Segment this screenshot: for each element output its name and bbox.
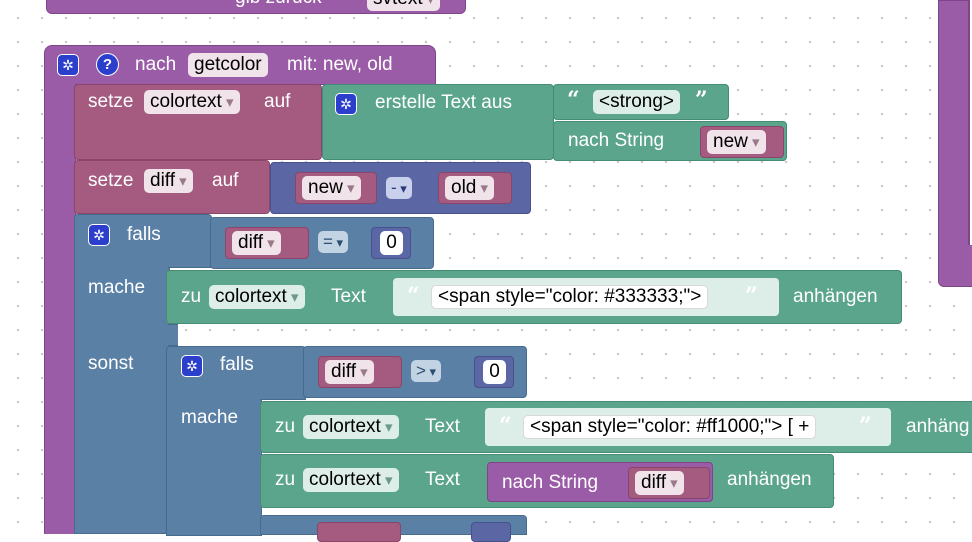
append-var-dropdown[interactable]: colortext — [303, 415, 399, 439]
append-text-block[interactable]: zu colortext Text “ <span style="color: … — [166, 270, 902, 324]
var-diff-block[interactable]: diff — [318, 356, 402, 388]
return-label: gib zurück — [235, 0, 322, 10]
side-procedure-inner — [968, 0, 972, 245]
create-text-block[interactable]: ✲ erstelle Text aus — [322, 84, 554, 160]
set-auf-label: auf — [264, 91, 291, 112]
append-zu-label: zu — [181, 286, 202, 307]
do-label: mache — [181, 407, 239, 428]
append-zu-label: zu — [275, 469, 296, 490]
append-text-label: Text — [331, 286, 366, 307]
open-quote-icon: “ — [407, 283, 420, 309]
compare-gt-block[interactable]: diff > 0 — [303, 346, 527, 398]
var-old-dropdown[interactable]: old — [445, 176, 495, 200]
append-suffix-label: anhängen — [793, 286, 878, 307]
return-var-dropdown[interactable]: svtext — [367, 0, 441, 11]
procedure-params: mit: new, old — [287, 54, 393, 75]
append-text-block[interactable]: zu colortext Text nach String diff anhän… — [260, 454, 834, 508]
var-old-block[interactable]: old — [438, 172, 512, 204]
math-subtract-block[interactable]: new - old — [270, 162, 531, 214]
compare-operator-dropdown[interactable]: > — [411, 360, 442, 382]
compare-operator-dropdown[interactable]: = — [318, 231, 349, 253]
close-quote-icon: ” — [859, 413, 872, 439]
var-new-block[interactable]: new — [700, 126, 784, 158]
set-label: setze — [88, 91, 134, 112]
append-text-label: Text — [425, 416, 460, 437]
if-label: falls — [127, 224, 161, 245]
var-new-dropdown[interactable]: new — [707, 130, 766, 154]
number-block[interactable]: 0 — [474, 356, 514, 388]
create-text-label: erstelle Text aus — [375, 92, 512, 113]
operator-dropdown[interactable]: - — [386, 177, 412, 199]
gear-icon[interactable]: ✲ — [57, 54, 79, 76]
var-diff-block[interactable]: diff — [225, 227, 309, 259]
text-literal-block[interactable]: “ <span style="color: #333333;"> ” — [393, 278, 779, 316]
append-text-block[interactable]: zu colortext Text “ <span style="color: … — [260, 401, 972, 453]
number-field[interactable]: 0 — [483, 360, 506, 384]
open-quote-icon: “ — [567, 87, 580, 113]
set-diff-dropdown[interactable]: diff — [144, 169, 193, 193]
set-var-dropdown[interactable]: colortext — [144, 90, 240, 114]
var-block-partial — [317, 522, 401, 542]
var-diff-dropdown[interactable]: diff — [325, 360, 374, 384]
if-nested-header-ext — [260, 346, 306, 400]
if-block-nested[interactable]: ✲ falls mache — [166, 346, 262, 536]
procedure-name-field[interactable]: getcolor — [188, 53, 268, 77]
compare-eq-block[interactable]: diff = 0 — [210, 217, 434, 269]
else-label: sonst — [88, 353, 134, 374]
var-diff-dropdown[interactable]: diff — [635, 471, 684, 495]
do-label: mache — [88, 277, 146, 298]
else-header-ext — [168, 324, 178, 346]
text-value-field[interactable]: <strong> — [593, 90, 680, 114]
number-block-partial — [471, 522, 511, 542]
if-else-block[interactable]: ✲ falls mache sonst — [74, 214, 170, 534]
if-label: falls — [220, 354, 254, 375]
append-zu-label: zu — [275, 416, 296, 437]
next-if-block-partial[interactable] — [260, 515, 527, 542]
text-value-field[interactable]: <span style="color: #333333;"> — [431, 285, 709, 309]
if-header-ext — [168, 214, 212, 268]
procedure-definition-block[interactable]: ✲ ? nach getcolor mit: new, old — [44, 45, 436, 85]
var-diff-dropdown[interactable]: diff — [232, 231, 281, 255]
var-new-block[interactable]: new — [295, 172, 377, 204]
var-new-dropdown[interactable]: new — [302, 176, 361, 200]
open-quote-icon: “ — [499, 413, 512, 439]
to-string-label: nach String — [502, 472, 599, 493]
procedure-body-spine — [44, 84, 76, 534]
to-string-label: nach String — [568, 130, 665, 151]
close-quote-icon: ” — [695, 87, 708, 113]
to-string-block[interactable]: nach String diff — [487, 462, 713, 502]
text-literal-block[interactable]: “ <strong> ” — [553, 84, 729, 120]
gear-icon[interactable]: ✲ — [88, 224, 110, 246]
gear-icon[interactable]: ✲ — [181, 355, 203, 377]
append-suffix-label: anhäng — [906, 416, 970, 437]
set-colortext-block[interactable]: setze colortext auf — [74, 84, 322, 160]
text-value-field[interactable]: <span style="color: #ff1000;"> [ + — [523, 415, 817, 439]
append-suffix-label: anhängen — [727, 469, 812, 490]
var-diff-block[interactable]: diff — [628, 467, 710, 499]
text-literal-block[interactable]: “ <span style="color: #ff1000;"> [ + ” — [485, 408, 891, 446]
set-diff-block[interactable]: setze diff auf — [74, 160, 270, 214]
set-auf-label: auf — [212, 170, 239, 191]
append-var-dropdown[interactable]: colortext — [303, 468, 399, 492]
close-quote-icon: ” — [745, 283, 758, 309]
set-label: setze — [88, 170, 134, 191]
return-block[interactable]: gib zurück svtext — [46, 0, 466, 14]
append-text-label: Text — [425, 469, 460, 490]
side-procedure-block[interactable] — [938, 0, 972, 287]
number-field[interactable]: 0 — [380, 231, 403, 255]
question-icon[interactable]: ? — [96, 53, 119, 76]
gear-icon[interactable]: ✲ — [335, 93, 357, 115]
number-block[interactable]: 0 — [371, 227, 411, 259]
procedure-prefix: nach — [135, 54, 177, 75]
append-var-dropdown[interactable]: colortext — [209, 285, 305, 309]
